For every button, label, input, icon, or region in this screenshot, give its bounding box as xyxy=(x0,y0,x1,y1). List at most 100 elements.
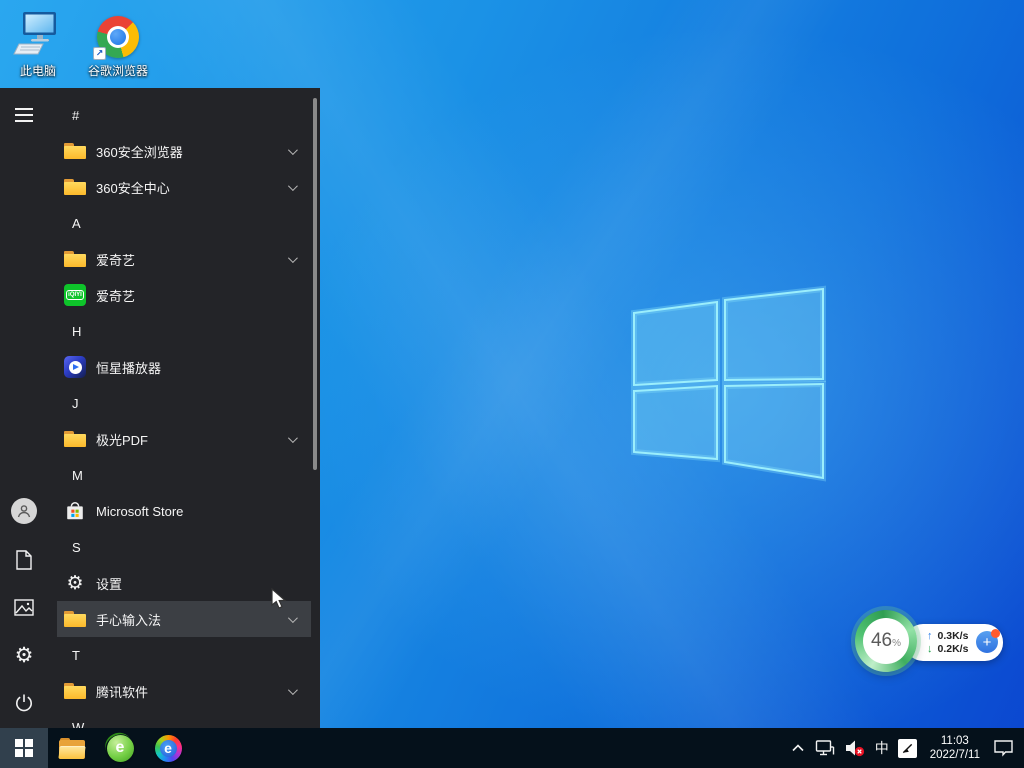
section-letter: # xyxy=(72,108,79,123)
app-list-folder-item[interactable]: 爱奇艺 xyxy=(57,241,311,277)
section-letter: H xyxy=(72,324,81,339)
desktop-icon-this-pc[interactable]: 此电脑 xyxy=(2,6,74,79)
app-list-app-item[interactable]: 恒星播放器 xyxy=(57,349,311,385)
desktop-icon-chrome[interactable]: ↗ 谷歌浏览器 xyxy=(82,6,154,79)
section-letter: M xyxy=(72,468,83,483)
app-label: 极光PDF xyxy=(96,430,148,449)
app-list-folder-item[interactable]: 360安全浏览器 xyxy=(57,133,311,169)
chevron-down-icon[interactable] xyxy=(288,253,298,263)
app-list-section-header[interactable]: W xyxy=(57,709,311,728)
app-label: 360安全浏览器 xyxy=(96,142,183,161)
360-speed-browser-icon: e xyxy=(155,735,182,762)
menu-expand-button[interactable] xyxy=(0,91,48,139)
app-list-app-item[interactable]: ⚙ 设置 xyxy=(57,565,311,601)
360-safe-browser-icon: e xyxy=(107,735,134,762)
app-list-section-header[interactable]: # xyxy=(57,97,311,133)
microsoft-store-icon xyxy=(64,500,86,522)
hidden-icons-button[interactable] xyxy=(790,740,806,756)
pictures-button[interactable] xyxy=(0,583,48,631)
section-letter: J xyxy=(72,396,79,411)
start-button[interactable] xyxy=(0,728,48,768)
app-label: 腾讯软件 xyxy=(96,682,148,701)
section-letter: T xyxy=(72,648,80,663)
app-list-app-item[interactable]: Microsoft Store xyxy=(57,493,311,529)
folder-icon xyxy=(64,430,86,448)
documents-button[interactable] xyxy=(0,536,48,584)
taskbar-file-explorer-button[interactable] xyxy=(48,728,96,768)
chevron-down-icon[interactable] xyxy=(288,181,298,191)
taskbar-360-safe-browser-button[interactable]: e xyxy=(96,728,144,768)
start-menu-scrollbar[interactable] xyxy=(313,98,317,470)
shouxin-ime-icon xyxy=(898,739,917,758)
section-letter: S xyxy=(72,540,81,555)
app-list-folder-item[interactable]: 极光PDF xyxy=(57,421,311,457)
documents-icon xyxy=(15,550,33,570)
screen: 此电脑 ↗ 谷歌浏览器 xyxy=(0,0,1024,768)
chevron-down-icon[interactable] xyxy=(288,433,298,443)
folder-icon xyxy=(64,142,86,160)
power-button[interactable] xyxy=(0,679,48,727)
ime-tray-button[interactable] xyxy=(898,739,917,758)
app-label: 恒星播放器 xyxy=(96,358,161,377)
memory-usage-ball[interactable]: 46% xyxy=(855,610,917,672)
chevron-down-icon[interactable] xyxy=(288,145,298,155)
taskbar-360-speed-browser-button[interactable]: e xyxy=(144,728,192,768)
download-arrow-icon: ↓ xyxy=(927,643,933,655)
net-speed-panel[interactable]: ↑ 0.3K/s ↓ 0.2K/s + xyxy=(905,624,1003,661)
file-explorer-icon xyxy=(59,738,85,759)
accelerate-plus-button[interactable]: + xyxy=(976,631,998,653)
app-label: Microsoft Store xyxy=(96,504,183,519)
app-list-folder-item[interactable]: 360安全中心 xyxy=(57,169,311,205)
folder-icon xyxy=(64,610,86,628)
iqiyi-icon: iQIYI xyxy=(64,284,86,306)
taskbar-clock[interactable]: 11:03 2022/7/11 xyxy=(926,734,984,762)
app-list-section-header[interactable]: M xyxy=(57,457,311,493)
chevron-up-icon xyxy=(790,740,806,756)
folder-icon xyxy=(64,250,86,268)
user-account-button[interactable] xyxy=(0,487,48,535)
app-list-section-header[interactable]: S xyxy=(57,529,311,565)
app-list-app-item[interactable]: iQIYI 爱奇艺 xyxy=(57,277,311,313)
memory-usage-value: 46% xyxy=(863,618,909,664)
ime-language-indicator[interactable]: 中 xyxy=(875,738,889,758)
folder-icon xyxy=(64,178,86,196)
network-tray-button[interactable] xyxy=(815,739,835,757)
download-speed: 0.2K/s xyxy=(938,643,969,655)
app-label: 360安全中心 xyxy=(96,178,170,197)
app-list-section-header[interactable]: H xyxy=(57,313,311,349)
start-menu-app-list: #360安全浏览器 360安全中心 A 爱奇艺 iQIYI 爱奇艺 H 恒星播放器 J 极光PDF… xyxy=(57,88,311,728)
app-list-folder-item[interactable]: 手心输入法 xyxy=(57,601,311,637)
section-letter: W xyxy=(72,720,84,729)
shortcut-arrow-icon: ↗ xyxy=(93,47,106,60)
pictures-icon xyxy=(14,599,34,616)
upload-speed: 0.3K/s xyxy=(938,630,969,642)
app-label: 爱奇艺 xyxy=(96,286,135,305)
app-list-section-header[interactable]: J xyxy=(57,385,311,421)
chevron-down-icon[interactable] xyxy=(288,613,298,623)
action-center-icon xyxy=(993,738,1014,758)
app-list-folder-item[interactable]: 腾讯软件 xyxy=(57,673,311,709)
desktop-icons: 此电脑 ↗ 谷歌浏览器 xyxy=(2,6,154,79)
volume-tray-button[interactable] xyxy=(844,738,866,758)
desktop-icon-label: 此电脑 xyxy=(20,62,56,79)
settings-button[interactable]: ⚙ xyxy=(0,631,48,679)
chevron-down-icon[interactable] xyxy=(288,685,298,695)
app-label: 手心输入法 xyxy=(96,610,161,629)
desktop-icon-label: 谷歌浏览器 xyxy=(88,62,148,79)
windows-logo-icon xyxy=(15,739,33,757)
settings-gear-icon: ⚙ xyxy=(13,644,35,666)
app-label: 设置 xyxy=(96,574,122,593)
app-list-section-header[interactable]: A xyxy=(57,205,311,241)
power-icon xyxy=(14,693,34,713)
app-list-section-header[interactable]: T xyxy=(57,637,311,673)
network-icon xyxy=(815,739,835,757)
folder-icon xyxy=(64,682,86,700)
action-center-button[interactable] xyxy=(993,738,1014,758)
user-icon xyxy=(11,498,37,524)
settings-gear-icon: ⚙ xyxy=(64,572,86,594)
app-label: 爱奇艺 xyxy=(96,250,135,269)
upload-arrow-icon: ↑ xyxy=(927,630,933,642)
section-letter: A xyxy=(72,216,81,231)
volume-muted-icon xyxy=(844,738,866,758)
start-menu: ⚙ #360安全浏览器 360安全中心 A 爱奇艺 iQIYI 爱奇艺 H 恒星播放器 J 极光P… xyxy=(0,88,320,728)
